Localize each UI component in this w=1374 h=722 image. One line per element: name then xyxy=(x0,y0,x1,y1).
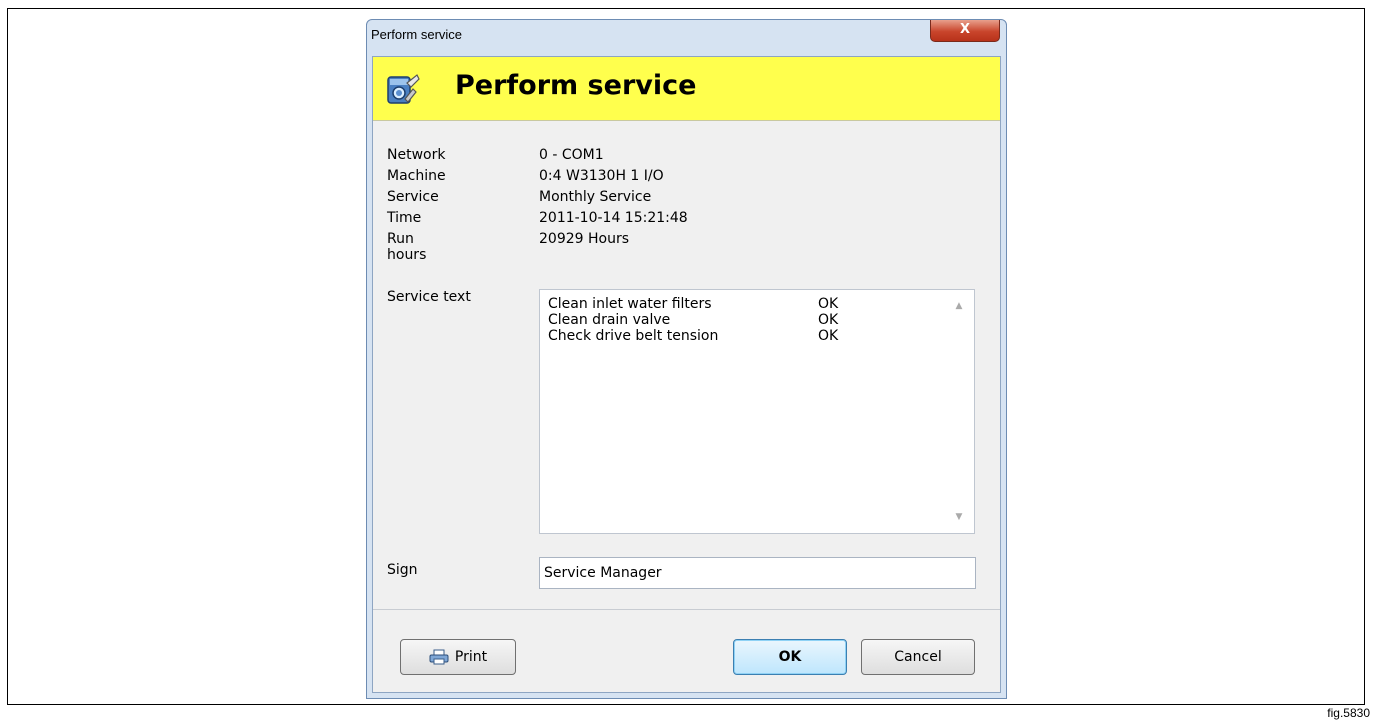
cancel-label: Cancel xyxy=(894,649,942,665)
machine-label: Machine xyxy=(387,168,446,184)
service-task: Clean drain valve xyxy=(548,312,671,328)
service-text-area[interactable]: Clean inlet water filters OK Clean drain… xyxy=(539,289,975,534)
scroll-up-arrow-icon[interactable]: ▲ xyxy=(954,301,964,311)
service-label: Service xyxy=(387,189,439,205)
sign-label: Sign xyxy=(387,562,418,578)
network-label: Network xyxy=(387,147,446,163)
run-hours-value: 20929 Hours xyxy=(539,231,630,247)
run-hours-label: Run hours xyxy=(387,231,427,263)
service-task: Clean inlet water filters xyxy=(548,296,712,312)
time-label: Time xyxy=(387,210,422,226)
service-line: Clean inlet water filters OK xyxy=(548,296,838,312)
printer-icon xyxy=(429,649,449,665)
scroll-down-arrow-icon[interactable]: ▼ xyxy=(954,512,964,522)
service-status: OK xyxy=(818,312,839,328)
ok-label: OK xyxy=(778,649,802,665)
time-value: 2011-10-14 15:21:48 xyxy=(539,210,688,226)
sign-input[interactable] xyxy=(539,557,976,589)
print-label: Print xyxy=(454,649,488,665)
network-value: 0 - COM1 xyxy=(539,147,604,163)
service-text-lines: Clean inlet water filters OK Clean drain… xyxy=(548,296,838,344)
machine-value: 0:4 W3130H 1 I/O xyxy=(539,168,664,184)
service-line: Clean drain valve OK xyxy=(548,312,838,328)
close-button[interactable]: X xyxy=(930,20,1000,42)
window-title: Perform service xyxy=(371,27,463,42)
service-status: OK xyxy=(818,296,839,312)
print-button[interactable]: Print xyxy=(400,639,516,675)
header-banner: Perform service xyxy=(373,57,1000,121)
service-text-label: Service text xyxy=(387,289,471,305)
service-line: Check drive belt tension OK xyxy=(548,328,838,344)
figure-label: fig.5830 xyxy=(1327,706,1370,720)
washing-machine-service-icon xyxy=(387,74,420,104)
close-icon: X xyxy=(959,22,971,37)
banner-title: Perform service xyxy=(455,70,697,101)
service-task: Check drive belt tension xyxy=(548,328,719,344)
ok-button[interactable]: OK xyxy=(733,639,847,675)
button-divider xyxy=(373,609,1000,610)
cancel-button[interactable]: Cancel xyxy=(861,639,975,675)
service-value: Monthly Service xyxy=(539,189,652,205)
title-bar[interactable]: Perform service X xyxy=(367,20,1006,56)
perform-service-dialog: Perform service X Perform service Networ… xyxy=(366,19,1007,699)
service-status: OK xyxy=(818,328,839,344)
dialog-client-area: Perform service Network 0 - COM1 Machine… xyxy=(372,56,1001,693)
